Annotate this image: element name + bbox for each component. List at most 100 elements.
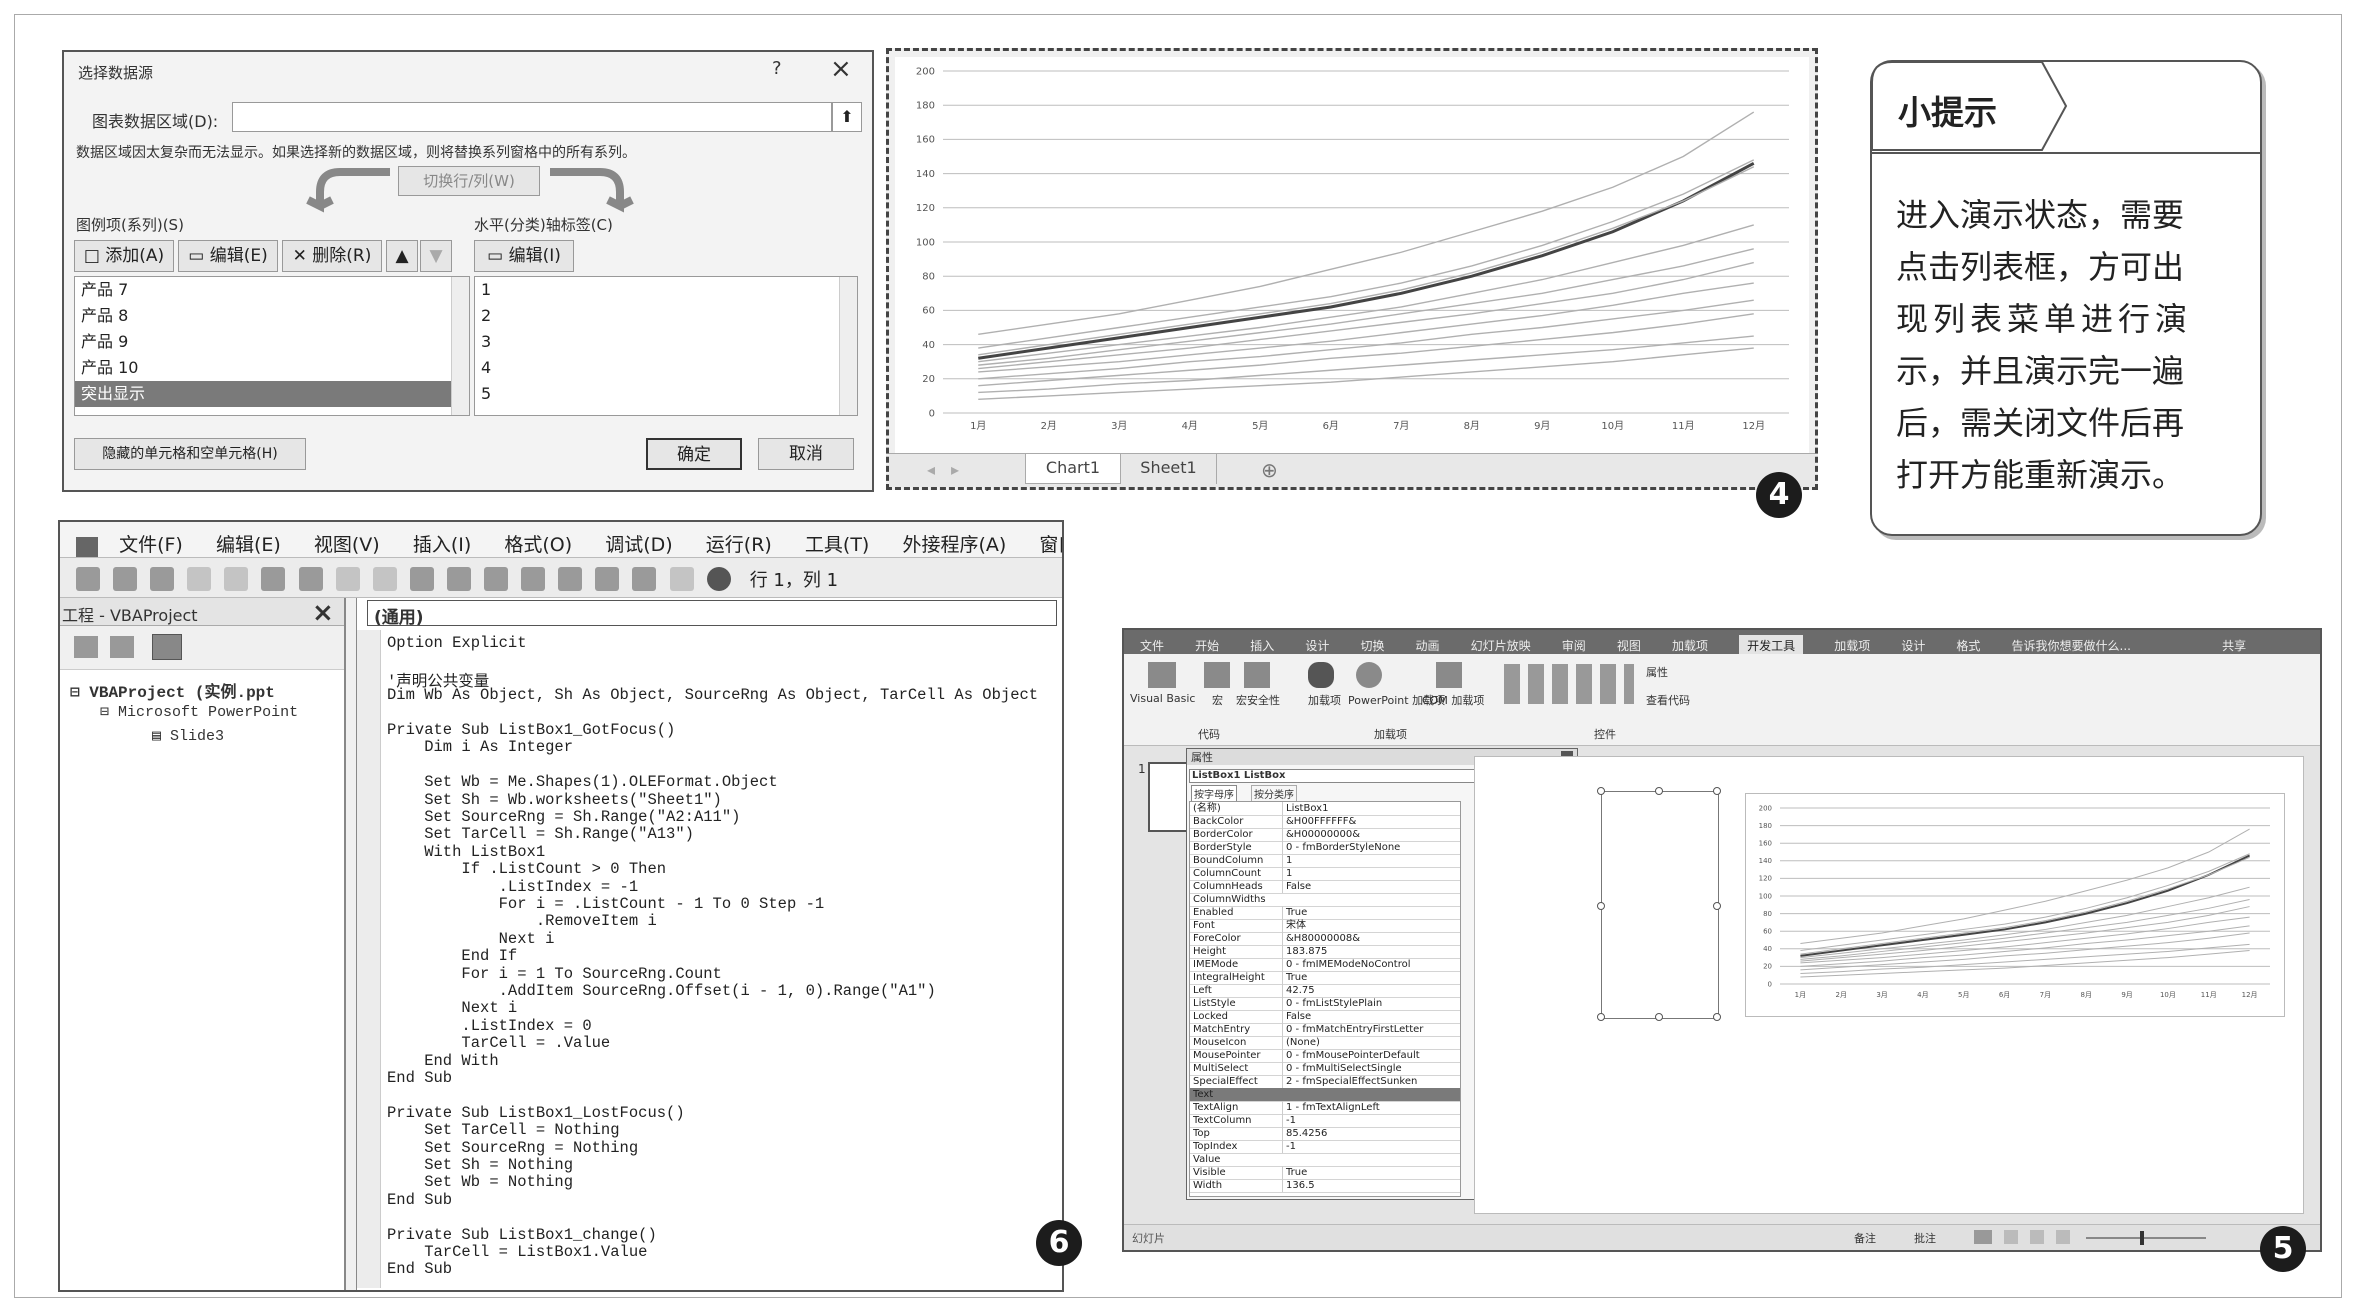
resize-handle[interactable] [1713,1013,1721,1021]
property-row[interactable]: ColumnHeads False [1190,880,1460,894]
ribbon-button-label[interactable]: 加载项 [1308,692,1341,708]
property-value[interactable]: False [1282,1010,1311,1023]
ribbon-tab[interactable]: 加载项 [1834,637,1870,654]
slide-thumbnail[interactable] [1148,762,1188,832]
ribbon-tab[interactable]: 加载项 [1672,637,1708,654]
properties-tab-categorized[interactable]: 按分类序 [1251,785,1297,802]
delete-series-button[interactable]: ✕ 删除(R) [282,240,382,272]
property-row[interactable]: ColumnWidths [1190,893,1460,907]
property-row[interactable]: MultiSelect 0 - fmMultiSelectSingle [1190,1062,1460,1076]
move-down-button[interactable]: ▼ [420,240,452,272]
properties-tab-alphabetic[interactable]: 按字母序 [1191,785,1237,802]
category-list-scrollbar[interactable] [839,277,857,415]
find-icon[interactable] [298,567,323,591]
property-value[interactable]: -1 [1282,1140,1296,1153]
code-line[interactable]: Private Sub ListBox1_GotFocus() [387,721,675,739]
sheet-tab-sheet1[interactable]: Sheet1 [1121,454,1217,484]
ribbon-button-label[interactable]: COM 加载项 [1422,692,1484,708]
run-icon[interactable] [409,567,434,591]
property-row[interactable]: BorderColor &H00000000& [1190,828,1460,842]
resize-handle[interactable] [1713,902,1721,910]
ribbon-button-label[interactable]: 属性 [1646,664,1668,680]
paste-icon[interactable] [261,567,286,591]
property-value[interactable]: False [1282,880,1311,893]
menu-run[interactable]: 运行(R) [706,530,772,557]
normal-view-icon[interactable] [1974,1230,1992,1244]
resize-handle[interactable] [1597,787,1605,795]
ribbon-tab[interactable]: 设计 [1305,637,1329,654]
status-comments[interactable]: 批注 [1914,1230,1936,1246]
toggle-folders-icon[interactable] [152,634,182,660]
ribbon-tab-developer-active[interactable]: 开发工具 [1739,635,1804,654]
code-line[interactable]: Set Sh = Wb.worksheets("Sheet1") [387,791,722,809]
zoom-slider-thumb[interactable] [2140,1231,2144,1245]
property-row[interactable]: ListStyle 0 - fmListStylePlain [1190,997,1460,1011]
property-value[interactable]: True [1282,1166,1307,1179]
ribbon-tab[interactable]: 切换 [1360,637,1384,654]
series-list-item[interactable]: 产品 8 [75,303,469,329]
save-icon[interactable] [150,567,175,591]
property-row[interactable]: Text [1190,1088,1460,1102]
code-line[interactable]: .ListIndex = 0 [387,1017,591,1035]
code-line[interactable]: TarCell = .Value [387,1034,610,1052]
edit-series-button[interactable]: ▭ 编辑(E) [178,240,278,272]
code-line[interactable]: Private Sub ListBox1_change() [387,1226,657,1244]
code-line[interactable]: Option Explicit [387,634,527,652]
property-value[interactable]: 0 - fmBorderStyleNone [1282,841,1400,854]
category-list-item[interactable]: 5 [475,381,857,407]
ribbon-tab[interactable]: 视图 [1617,637,1641,654]
property-row[interactable]: Font 宋体 [1190,919,1460,933]
insert-userform-icon[interactable] [113,567,138,591]
code-line[interactable]: Dim Wb As Object, Sh As Object, SourceRn… [387,686,1038,704]
add-sheet-icon[interactable]: ⊕ [1261,458,1278,482]
ribbon-tab[interactable]: 幻灯片放映 [1471,637,1531,654]
hidden-empty-cells-button[interactable]: 隐藏的单元格和空单元格(H) [74,438,306,470]
property-value[interactable]: ListBox1 [1282,802,1328,815]
property-row[interactable]: ForeColor &H80000008& [1190,932,1460,946]
code-line[interactable]: Next i [387,930,555,948]
code-editor[interactable]: Option Explicit '声明公共变量 Dim Wb As Object, … [387,634,1057,1284]
ribbon-tab[interactable]: 文件 [1140,637,1164,654]
project-explorer-icon[interactable] [558,567,583,591]
break-icon[interactable] [446,567,471,591]
resize-handle[interactable] [1597,1013,1605,1021]
code-line[interactable]: For i = .ListCount - 1 To 0 Step -1 [387,895,825,913]
tree-node-slide[interactable]: ▤ Slide3 [152,726,224,745]
scroll-right-icon[interactable]: ▸ [951,460,959,479]
ribbon-button-label[interactable]: 宏安全性 [1236,692,1280,708]
code-line[interactable]: .AddItem SourceRng.Offset(i - 1, 0).Rang… [387,982,936,1000]
resize-handle[interactable] [1655,787,1663,795]
property-value[interactable]: 85.4256 [1282,1127,1327,1140]
scroll-left-icon[interactable]: ◂ [927,460,935,479]
menu-edit[interactable]: 编辑(E) [216,530,281,557]
series-list[interactable]: 产品 7 产品 8 产品 9 产品 10 突出显示 [74,276,470,416]
property-row[interactable]: Locked False [1190,1010,1460,1024]
ribbon-tab[interactable]: 开始 [1195,637,1219,654]
property-row[interactable]: MatchEntry 0 - fmMatchEntryFirstLetter [1190,1023,1460,1037]
project-explorer-close-icon[interactable]: × [312,598,334,628]
copy-icon[interactable] [224,567,249,591]
view-object-icon[interactable] [110,636,134,658]
menu-tools[interactable]: 工具(T) [805,530,869,557]
ppt-addins-icon[interactable] [1356,662,1382,688]
property-row[interactable]: (名称) ListBox1 [1190,802,1460,816]
code-line[interactable]: Set Wb = Me.Shapes(1).OLEFormat.Object [387,773,777,791]
property-row[interactable]: BorderStyle 0 - fmBorderStyleNone [1190,841,1460,855]
menu-debug[interactable]: 调试(D) [605,530,672,557]
series-list-item[interactable]: 产品 10 [75,355,469,381]
code-line[interactable]: TarCell = ListBox1.Value [387,1243,647,1261]
property-value[interactable]: 1 [1282,867,1292,880]
ok-button[interactable]: 确定 [646,438,742,470]
visual-basic-icon[interactable] [1148,662,1176,688]
code-line[interactable]: If .ListCount > 0 Then [387,860,666,878]
property-value[interactable]: &H00FFFFFF& [1282,815,1356,828]
menu-addins[interactable]: 外接程序(A) [902,530,1006,557]
cancel-button[interactable]: 取消 [758,438,854,470]
property-row[interactable]: BoundColumn 1 [1190,854,1460,868]
zoom-slider[interactable] [2086,1237,2206,1239]
reset-icon[interactable] [484,567,509,591]
property-value[interactable]: 0 - fmListStylePlain [1282,997,1382,1010]
category-list-item[interactable]: 2 [475,303,857,329]
property-value[interactable]: 0 - fmMousePointerDefault [1282,1049,1420,1062]
property-value[interactable]: 136.5 [1282,1179,1315,1192]
